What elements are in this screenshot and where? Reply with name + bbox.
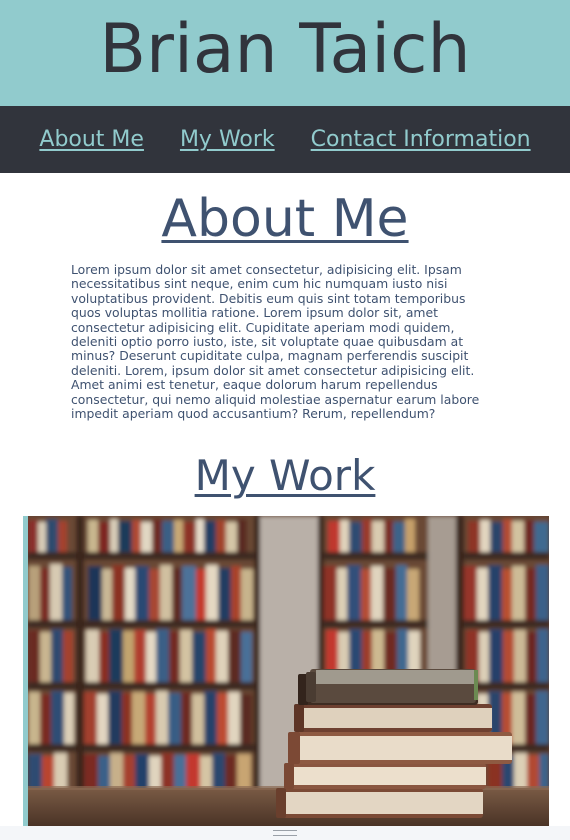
site-header: Brian Taich — [0, 0, 570, 106]
work-section: My Work — [0, 455, 570, 511]
drag-handle-icon[interactable] — [273, 830, 297, 836]
work-heading: My Work — [194, 451, 376, 501]
nav-link-my-work[interactable]: My Work — [180, 127, 275, 152]
about-paragraph: Lorem ipsum dolor sit amet consectetur, … — [71, 262, 480, 422]
scroll-handle-bar[interactable] — [0, 826, 570, 840]
main-nav: About Me My Work Contact Information — [0, 106, 570, 173]
work-image-frame[interactable] — [23, 516, 549, 826]
bookshelf-photo-icon — [28, 516, 549, 826]
about-heading: About Me — [161, 189, 409, 249]
nav-link-about-me[interactable]: About Me — [39, 127, 144, 152]
nav-link-contact-information[interactable]: Contact Information — [311, 127, 531, 152]
about-section: About Me Lorem ipsum dolor sit amet cons… — [0, 173, 570, 421]
site-title: Brian Taich — [99, 10, 471, 89]
main-content: About Me Lorem ipsum dolor sit amet cons… — [0, 173, 570, 511]
